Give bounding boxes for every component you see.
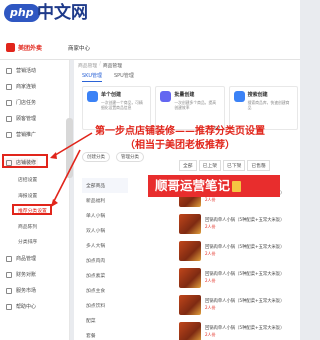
arrow-to-shop-decoration	[51, 132, 93, 158]
annotation-arrows	[50, 132, 93, 207]
arrow-head	[50, 152, 57, 159]
step-annotation: 第一步点店铺装修——推荐分类页设置 （相当于美团老板推荐）	[95, 126, 265, 151]
author-badge: 顺哥运营笔记	[148, 175, 280, 197]
notebook-icon	[232, 181, 242, 192]
